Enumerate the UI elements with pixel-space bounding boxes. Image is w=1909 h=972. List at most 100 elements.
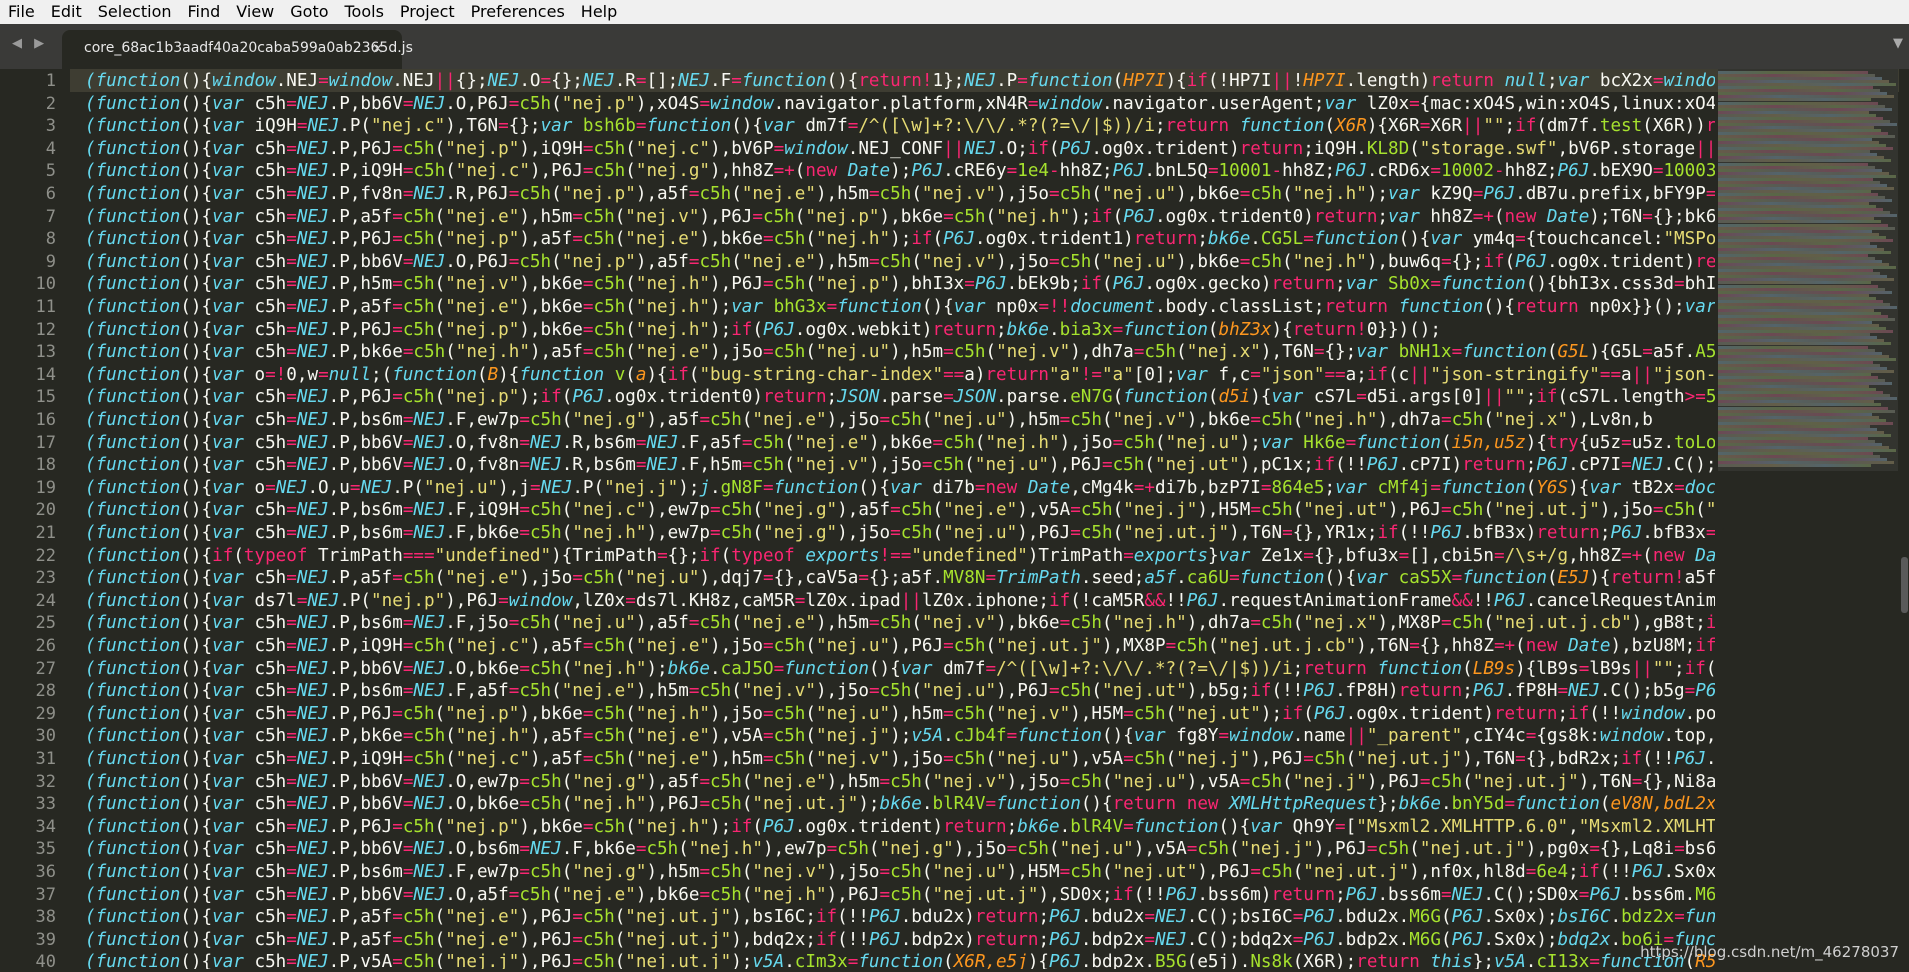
code-line: (function(){var c5h=NEJ.P,a5f=c5h("nej.e… xyxy=(85,297,1715,317)
line-number: 27 xyxy=(36,659,56,679)
menu-file[interactable]: File xyxy=(0,0,43,24)
menu-selection[interactable]: Selection xyxy=(90,0,180,24)
code-line: (function(){var c5h=NEJ.P,bs6m=NEJ.F,bk6… xyxy=(85,523,1715,543)
code-line: (function(){var ds7l=NEJ.P("nej.p"),P6J=… xyxy=(85,591,1715,611)
tab-bar: ◀ ▶ core_68ac1b3aadf40a20caba599a0ab2365… xyxy=(0,24,1909,69)
line-number: 10 xyxy=(36,274,56,294)
code-line: (function(){var c5h=NEJ.P,bb6V=NEJ.O,bk6… xyxy=(85,659,1715,679)
code-line: (function(){var c5h=NEJ.P,h5m=c5h("nej.v… xyxy=(85,274,1715,294)
code-line: (function(){var c5h=NEJ.P,bb6V=NEJ.O,P6J… xyxy=(85,94,1715,114)
scrollbar-thumb[interactable] xyxy=(1901,557,1908,613)
code-line: (function(){var c5h=NEJ.P,bb6V=NEJ.O,bs6… xyxy=(85,839,1715,859)
line-number: 18 xyxy=(36,455,56,475)
code-line: (function(){var c5h=NEJ.P,bb6V=NEJ.O,fv8… xyxy=(85,455,1715,475)
tab-dropdown-icon[interactable]: ▼ xyxy=(1893,36,1903,51)
code-line: (function(){var c5h=NEJ.P,bb6V=NEJ.O,fv8… xyxy=(85,433,1715,453)
line-number: 30 xyxy=(36,726,56,746)
line-number: 6 xyxy=(46,184,56,204)
line-number: 8 xyxy=(46,229,56,249)
editor-area[interactable]: 1234567891011121314151617181920212223242… xyxy=(0,69,1909,969)
code-line: (function(){var c5h=NEJ.P,bs6m=NEJ.F,ew7… xyxy=(85,410,1653,430)
code-line: (function(){var c5h=NEJ.P,a5f=c5h("nej.e… xyxy=(85,907,1715,927)
code-line: (function(){var o=NEJ.O,u=NEJ.P("nej.u")… xyxy=(85,478,1715,498)
code-line: (function(){var c5h=NEJ.P,iQ9H=c5h("nej.… xyxy=(85,749,1715,769)
code-line: (function(){var c5h=NEJ.P,iQ9H=c5h("nej.… xyxy=(85,161,1715,181)
line-number: 9 xyxy=(46,252,56,272)
watermark-text: https://blog.csdn.net/m_46278037 xyxy=(1640,943,1899,961)
code-line: (function(){window.NEJ=window.NEJ||{};NE… xyxy=(85,71,1715,91)
line-number: 40 xyxy=(36,952,56,972)
close-icon[interactable]: × xyxy=(371,39,384,57)
line-number: 24 xyxy=(36,591,56,611)
line-number: 35 xyxy=(36,839,56,859)
line-number: 4 xyxy=(46,139,56,159)
menu-tools[interactable]: Tools xyxy=(337,0,392,24)
code-line: (function(){var c5h=NEJ.P,bs6m=NEJ.F,ew7… xyxy=(85,862,1715,882)
code-line: (function(){var c5h=NEJ.P,a5f=c5h("nej.e… xyxy=(85,930,1715,950)
line-number: 36 xyxy=(36,862,56,882)
code-line: (function(){var c5h=NEJ.P,P6J=c5h("nej.p… xyxy=(85,229,1715,249)
line-number: 38 xyxy=(36,907,56,927)
line-number: 26 xyxy=(36,636,56,656)
code-line: (function(){var c5h=NEJ.P,bs6m=NEJ.F,j5o… xyxy=(85,613,1715,633)
line-number: 7 xyxy=(46,207,56,227)
minimap[interactable] xyxy=(1718,69,1898,969)
code-line: (function(){var c5h=NEJ.P,bb6V=NEJ.O,ew7… xyxy=(85,772,1715,792)
line-number: 39 xyxy=(36,930,56,950)
code-line: (function(){var c5h=NEJ.P,P6J=c5h("nej.p… xyxy=(85,139,1715,159)
line-number: 3 xyxy=(46,116,56,136)
code-line: (function(){var iQ9H=NEJ.P("nej.c"),T6N=… xyxy=(85,116,1715,136)
line-number: 5 xyxy=(46,161,56,181)
code-line: (function(){var c5h=NEJ.P,bb6V=NEJ.O,a5f… xyxy=(85,885,1715,905)
menu-find[interactable]: Find xyxy=(180,0,229,24)
line-number: 17 xyxy=(36,433,56,453)
line-number: 14 xyxy=(36,365,56,385)
line-number: 2 xyxy=(46,94,56,114)
code-line: (function(){var c5h=NEJ.P,P6J=c5h("nej.p… xyxy=(85,320,1441,340)
line-number: 28 xyxy=(36,681,56,701)
line-number: 11 xyxy=(36,297,56,317)
line-number: 22 xyxy=(36,546,56,566)
line-number: 29 xyxy=(36,704,56,724)
code-line: (function(){var c5h=NEJ.P,bs6m=NEJ.F,a5f… xyxy=(85,681,1715,701)
line-number: 31 xyxy=(36,749,56,769)
code-line: (function(){var c5h=NEJ.P,bb6V=NEJ.O,bk6… xyxy=(85,794,1715,814)
code-line: (function(){var c5h=NEJ.P,iQ9H=c5h("nej.… xyxy=(85,636,1715,656)
line-number: 23 xyxy=(36,568,56,588)
line-number: 12 xyxy=(36,320,56,340)
menu-bar: FileEditSelectionFindViewGotoToolsProjec… xyxy=(0,0,1909,25)
tab-nav-arrows-icon[interactable]: ◀ ▶ xyxy=(12,36,48,51)
line-number: 16 xyxy=(36,410,56,430)
code-line: (function(){var c5h=NEJ.P,bs6m=NEJ.F,iQ9… xyxy=(85,500,1715,520)
minimap-line xyxy=(1718,464,1871,467)
code-line: (function(){var c5h=NEJ.P,v5A=c5h("nej.j… xyxy=(85,952,1715,969)
vertical-scrollbar[interactable] xyxy=(1899,69,1909,969)
file-tab[interactable]: core_68ac1b3aadf40a20caba599a0ab2365d.js… xyxy=(62,30,402,69)
line-number: 20 xyxy=(36,500,56,520)
line-number: 34 xyxy=(36,817,56,837)
menu-project[interactable]: Project xyxy=(392,0,463,24)
code-line: (function(){var c5h=NEJ.P,P6J=c5h("nej.p… xyxy=(85,387,1715,407)
code-line: (function(){var c5h=NEJ.P,bb6V=NEJ.O,P6J… xyxy=(85,252,1715,272)
code-line: (function(){var c5h=NEJ.P,a5f=c5h("nej.e… xyxy=(85,207,1715,227)
line-number: 32 xyxy=(36,772,56,792)
line-number: 25 xyxy=(36,613,56,633)
code-line: (function(){var c5h=NEJ.P,P6J=c5h("nej.p… xyxy=(85,704,1715,724)
line-number: 33 xyxy=(36,794,56,814)
line-number-gutter: 1234567891011121314151617181920212223242… xyxy=(0,69,70,969)
menu-goto[interactable]: Goto xyxy=(282,0,336,24)
line-number: 1 xyxy=(46,71,56,91)
menu-help[interactable]: Help xyxy=(573,0,625,24)
line-number: 37 xyxy=(36,885,56,905)
code-line: (function(){var c5h=NEJ.P,P6J=c5h("nej.p… xyxy=(85,817,1715,837)
menu-view[interactable]: View xyxy=(228,0,282,24)
menu-preferences[interactable]: Preferences xyxy=(463,0,573,24)
menu-edit[interactable]: Edit xyxy=(43,0,90,24)
code-line: (function(){var o=!0,w=null;(function(B)… xyxy=(85,365,1715,385)
code-view[interactable]: (function(){window.NEJ=window.NEJ||{};NE… xyxy=(85,69,1715,969)
line-number: 19 xyxy=(36,478,56,498)
code-line: (function(){if(typeof TrimPath==="undefi… xyxy=(85,546,1715,566)
code-line: (function(){var c5h=NEJ.P,bk6e=c5h("nej.… xyxy=(85,726,1715,746)
line-number: 13 xyxy=(36,342,56,362)
line-number: 15 xyxy=(36,387,56,407)
